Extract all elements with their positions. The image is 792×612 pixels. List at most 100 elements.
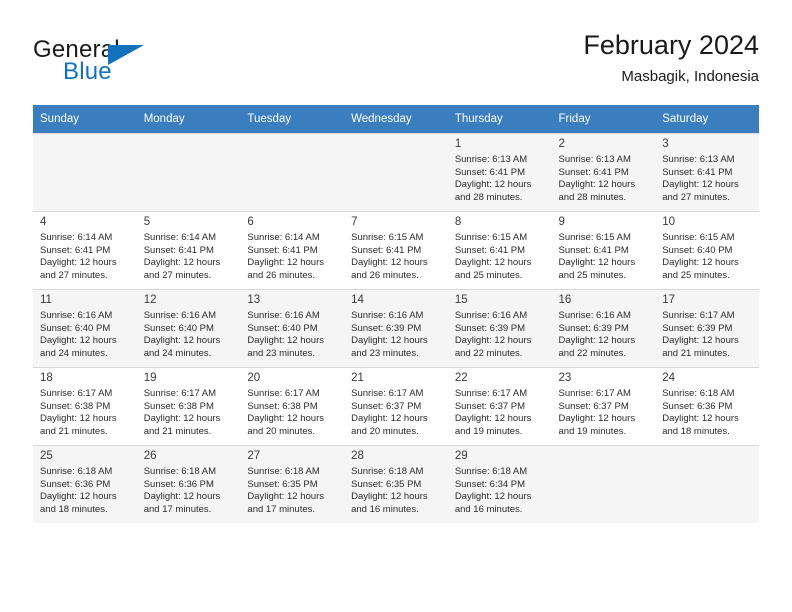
daylight-text-line2: and 21 minutes. xyxy=(143,425,212,437)
day-cell-inner[interactable]: 27 Sunrise: 6:18 AM Sunset: 6:35 PM Dayligh… xyxy=(240,445,345,523)
daylight-text-line1: Daylight: 12 hours xyxy=(454,257,532,269)
day-cell-inner[interactable]: 17 Sunrise: 6:17 AM Sunset: 6:39 PM Dayligh… xyxy=(655,289,759,367)
day-cell: 2 Sunrise: 6:13 AM Sunset: 6:41 PM Daylight… xyxy=(551,133,656,211)
day-number: 4 xyxy=(40,216,47,228)
daylight-text-line2: and 25 minutes. xyxy=(454,269,523,281)
day-cell-inner[interactable]: 1 Sunrise: 6:13 AM Sunset: 6:41 PM Daylight… xyxy=(447,133,552,211)
daylight-text-line2: and 23 minutes. xyxy=(351,347,419,359)
day-info: Sunrise: 6:16 AM Sunset: 6:40 PM Daylight:… xyxy=(144,310,235,360)
sunrise-text: Sunrise: 6:18 AM xyxy=(247,466,320,477)
sunset-text: Sunset: 6:37 PM xyxy=(351,400,422,412)
day-cell-inner[interactable]: 15 Sunrise: 6:16 AM Sunset: 6:39 PM Dayligh… xyxy=(447,289,552,367)
sunset-text: Sunset: 6:35 PM xyxy=(247,478,318,490)
day-cell-inner[interactable]: 23 Sunrise: 6:17 AM Sunset: 6:37 PM Dayligh… xyxy=(551,367,656,445)
day-cell-inner[interactable]: 6 Sunrise: 6:14 AM Sunset: 6:41 PM Daylight… xyxy=(240,211,345,289)
sunrise-text: Sunrise: 6:18 AM xyxy=(143,466,217,477)
day-cell: 29 Sunrise: 6:18 AM Sunset: 6:34 PM Dayligh… xyxy=(447,445,552,523)
day-cell-inner[interactable]: 3 Sunrise: 6:13 AM Sunset: 6:41 PM Daylight… xyxy=(655,133,759,211)
day-cell: 6 Sunrise: 6:14 AM Sunset: 6:41 PM Daylight… xyxy=(240,211,345,289)
daylight-text-line1: Daylight: 12 hours xyxy=(454,413,532,425)
sunrise-text: Sunrise: 6:17 AM xyxy=(454,388,528,399)
day-number: 7 xyxy=(351,216,358,228)
day-cell-inner[interactable]: 22 Sunrise: 6:17 AM Sunset: 6:37 PM Dayligh… xyxy=(447,367,552,445)
day-number: 8 xyxy=(454,216,462,228)
sunrise-text: Sunrise: 6:17 AM xyxy=(662,310,735,321)
day-number: 27 xyxy=(247,450,261,462)
sunrise-text: Sunrise: 6:13 AM xyxy=(662,154,735,165)
sunrise-text: Sunrise: 6:16 AM xyxy=(40,310,113,321)
sunrise-text: Sunrise: 6:17 AM xyxy=(351,388,424,399)
daylight-text-line1: Daylight: 12 hours xyxy=(662,179,739,191)
day-cell: 11 Sunrise: 6:16 AM Sunset: 6:40 PM Dayligh… xyxy=(33,289,137,367)
calendar-week-row: 25 Sunrise: 6:18 AM Sunset: 6:36 PM Dayligh… xyxy=(33,445,759,523)
sunrise-text: Sunrise: 6:17 AM xyxy=(40,388,113,399)
daylight-text-line2: and 22 minutes. xyxy=(558,347,627,359)
day-number: 15 xyxy=(454,294,468,306)
weekday-header-tuesday: Tuesday xyxy=(240,105,345,133)
day-cell-inner[interactable]: 16 Sunrise: 6:16 AM Sunset: 6:39 PM Dayligh… xyxy=(551,289,656,367)
day-number: 18 xyxy=(40,372,53,384)
day-cell-inner[interactable]: 8 Sunrise: 6:15 AM Sunset: 6:41 PM Daylight… xyxy=(447,211,552,289)
day-number: 2 xyxy=(558,138,565,150)
day-cell-inner[interactable]: 19 Sunrise: 6:17 AM Sunset: 6:38 PM Dayligh… xyxy=(136,367,241,445)
daylight-text-line1: Daylight: 12 hours xyxy=(143,491,221,503)
day-cell-inner[interactable]: 29 Sunrise: 6:18 AM Sunset: 6:34 PM Dayligh… xyxy=(447,445,552,523)
daylight-text-line2: and 27 minutes. xyxy=(143,269,212,281)
day-info: Sunrise: 6:14 AM Sunset: 6:41 PM Daylight:… xyxy=(144,232,235,282)
day-cell-inner[interactable]: 18 Sunrise: 6:17 AM Sunset: 6:38 PM Dayligh… xyxy=(33,367,137,445)
daylight-text-line2: and 19 minutes. xyxy=(454,425,523,437)
sunrise-text: Sunrise: 6:14 AM xyxy=(40,232,113,243)
day-cell-inner[interactable]: 24 Sunrise: 6:18 AM Sunset: 6:36 PM Dayligh… xyxy=(655,367,759,445)
day-number: 28 xyxy=(351,450,364,462)
day-cell-inner[interactable]: 9 Sunrise: 6:15 AM Sunset: 6:41 PM Daylight… xyxy=(551,211,656,289)
day-cell-inner[interactable]: 26 Sunrise: 6:18 AM Sunset: 6:36 PM Dayligh… xyxy=(136,445,241,523)
day-cell-inner[interactable]: 10 Sunrise: 6:15 AM Sunset: 6:40 PM Dayligh… xyxy=(655,211,759,289)
daylight-text-line1: Daylight: 12 hours xyxy=(662,413,739,425)
sunset-text: Sunset: 6:41 PM xyxy=(558,244,629,256)
daylight-text-line2: and 22 minutes. xyxy=(454,347,523,359)
daylight-text-line2: and 20 minutes. xyxy=(351,425,419,437)
sunrise-text: Sunrise: 6:17 AM xyxy=(558,388,631,399)
day-cell-inner[interactable]: 25 Sunrise: 6:18 AM Sunset: 6:36 PM Dayligh… xyxy=(33,445,137,523)
brand-logo[interactable]: General Blue xyxy=(33,36,253,94)
day-cell-inner[interactable]: 14 Sunrise: 6:16 AM Sunset: 6:39 PM Dayligh… xyxy=(344,289,448,367)
sunrise-text: Sunrise: 6:18 AM xyxy=(351,466,424,477)
daylight-text-line1: Daylight: 12 hours xyxy=(247,491,324,503)
daylight-text-line1: Daylight: 12 hours xyxy=(247,413,324,425)
sunrise-text: Sunrise: 6:18 AM xyxy=(662,388,735,399)
brand-name-blue: Blue xyxy=(63,58,112,85)
day-number: 23 xyxy=(558,372,572,384)
sunset-text: Sunset: 6:40 PM xyxy=(40,322,111,334)
day-number: 25 xyxy=(40,450,53,462)
day-cell: 16 Sunrise: 6:16 AM Sunset: 6:39 PM Dayligh… xyxy=(551,289,656,367)
daylight-text-line2: and 28 minutes. xyxy=(454,191,523,203)
sunrise-text: Sunrise: 6:16 AM xyxy=(558,310,631,321)
sunset-text: Sunset: 6:37 PM xyxy=(558,400,629,412)
sunrise-text: Sunrise: 6:14 AM xyxy=(143,232,217,243)
day-cell-inner[interactable]: 20 Sunrise: 6:17 AM Sunset: 6:38 PM Dayligh… xyxy=(240,367,345,445)
day-info: Sunrise: 6:17 AM Sunset: 6:37 PM Daylight:… xyxy=(559,388,650,438)
weekday-header-wednesday: Wednesday xyxy=(344,105,448,133)
sunset-text: Sunset: 6:36 PM xyxy=(40,478,111,490)
day-cell-inner[interactable]: 13 Sunrise: 6:16 AM Sunset: 6:40 PM Dayligh… xyxy=(240,289,345,367)
sunset-text: Sunset: 6:38 PM xyxy=(40,400,111,412)
day-number: 16 xyxy=(558,294,572,306)
daylight-text-line2: and 27 minutes. xyxy=(662,191,730,203)
sunset-text: Sunset: 6:41 PM xyxy=(558,166,629,178)
day-info: Sunrise: 6:13 AM Sunset: 6:41 PM Daylight:… xyxy=(455,154,546,204)
day-cell-inner[interactable]: 5 Sunrise: 6:14 AM Sunset: 6:41 PM Daylight… xyxy=(136,211,241,289)
day-info: Sunrise: 6:18 AM Sunset: 6:35 PM Daylight:… xyxy=(351,466,442,516)
day-cell-inner[interactable]: 2 Sunrise: 6:13 AM Sunset: 6:41 PM Daylight… xyxy=(551,133,656,211)
day-cell-inner xyxy=(240,133,345,211)
day-cell-inner[interactable]: 4 Sunrise: 6:14 AM Sunset: 6:41 PM Daylight… xyxy=(33,211,137,289)
daylight-text-line2: and 23 minutes. xyxy=(247,347,316,359)
daylight-text-line1: Daylight: 12 hours xyxy=(454,335,532,347)
daylight-text-line1: Daylight: 12 hours xyxy=(40,491,117,503)
day-cell-inner[interactable]: 21 Sunrise: 6:17 AM Sunset: 6:37 PM Dayligh… xyxy=(344,367,448,445)
day-cell-inner[interactable]: 12 Sunrise: 6:16 AM Sunset: 6:40 PM Dayligh… xyxy=(136,289,241,367)
day-cell-inner[interactable]: 28 Sunrise: 6:18 AM Sunset: 6:35 PM Dayligh… xyxy=(344,445,448,523)
day-cell-inner[interactable]: 7 Sunrise: 6:15 AM Sunset: 6:41 PM Daylight… xyxy=(344,211,448,289)
sunrise-text: Sunrise: 6:17 AM xyxy=(143,388,217,399)
page-title: February 2024 xyxy=(583,30,759,60)
day-cell-inner[interactable]: 11 Sunrise: 6:16 AM Sunset: 6:40 PM Dayligh… xyxy=(33,289,137,367)
